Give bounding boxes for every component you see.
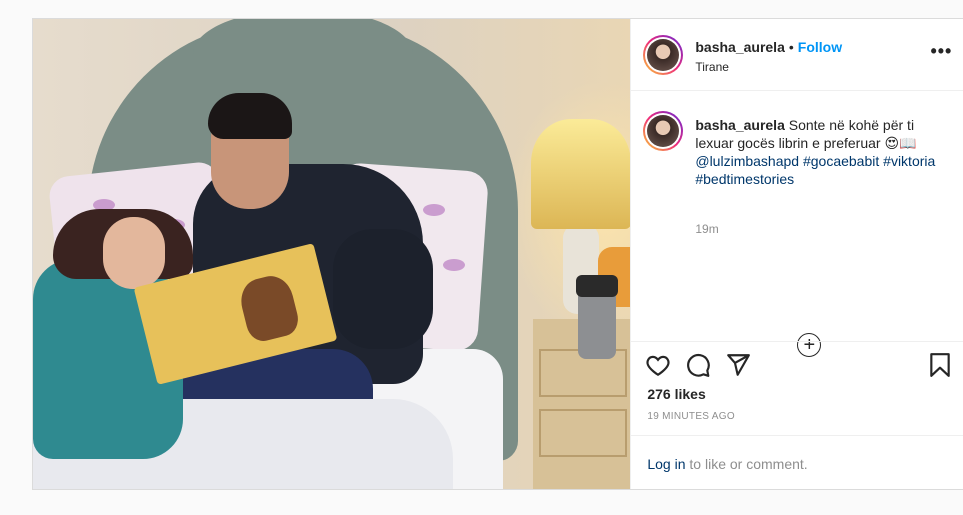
girl-face xyxy=(103,217,165,289)
caption-text: basha_aurela Sonte në kohë për ti lexuar… xyxy=(695,116,945,188)
share-icon[interactable] xyxy=(725,352,751,378)
heart-icon[interactable] xyxy=(645,352,671,378)
avatar-photo xyxy=(647,39,680,71)
comment-icon[interactable] xyxy=(685,352,711,378)
man-hair xyxy=(208,93,292,139)
hashtag-link[interactable]: #viktoria xyxy=(883,153,935,169)
login-prompt-text: to like or comment. xyxy=(685,456,808,472)
post-card: basha_aurela • Follow Tirane ••• basha_aur… xyxy=(32,18,963,490)
post-photo[interactable] xyxy=(33,19,631,489)
location-link[interactable]: Tirane xyxy=(695,60,729,74)
lamp-shade xyxy=(531,119,631,229)
pillow-flower xyxy=(423,204,445,216)
hashtag-link[interactable]: #bedtimestories xyxy=(695,171,794,187)
avatar[interactable] xyxy=(643,35,684,75)
bookmark-icon[interactable] xyxy=(927,352,953,378)
more-options-icon[interactable]: ••• xyxy=(930,41,952,62)
follow-button[interactable]: Follow xyxy=(798,39,842,55)
username-link[interactable]: basha_aurela xyxy=(695,39,785,55)
separator-dot: • xyxy=(788,39,794,55)
mention-link[interactable]: @lulzimbashapd xyxy=(695,153,799,169)
man-arm xyxy=(333,229,433,349)
action-bar xyxy=(631,341,963,381)
headboard-top xyxy=(193,19,413,99)
login-link[interactable]: Log in xyxy=(647,456,685,472)
thermos-cap xyxy=(576,275,618,297)
caption-username[interactable]: basha_aurela xyxy=(695,117,785,133)
caption-time: 19m xyxy=(695,222,719,236)
post-timestamp[interactable]: 19 MINUTES AGO xyxy=(647,411,735,422)
caption-avatar[interactable] xyxy=(643,111,684,151)
likes-count[interactable]: 276 likes xyxy=(647,386,705,402)
login-prompt: Log in to like or comment. xyxy=(631,435,963,489)
post-side-panel: basha_aurela • Follow Tirane ••• basha_aur… xyxy=(630,19,963,489)
post-header: basha_aurela • Follow Tirane ••• xyxy=(631,19,963,91)
hashtag-link[interactable]: #gocaebabit xyxy=(803,153,879,169)
drawer xyxy=(539,409,627,457)
pillow-flower xyxy=(443,259,465,271)
caption-emoji: 😍📖 xyxy=(884,135,917,151)
